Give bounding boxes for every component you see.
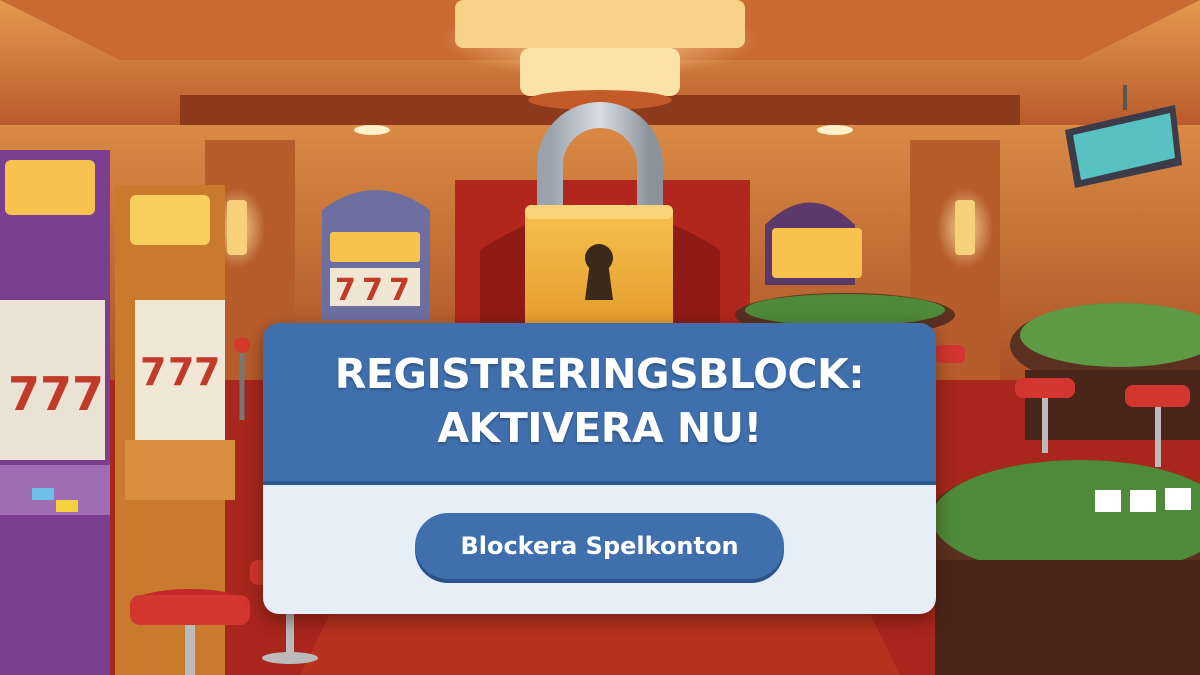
slot-machine: 7 7 7 <box>0 150 110 675</box>
dialog-body: Blockera Spelkonton <box>263 485 936 614</box>
register-block-dialog: REGISTRERINGSBLOCK: AKTIVERA NU! Blocker… <box>263 323 936 614</box>
bar-stool <box>935 345 965 363</box>
dialog-title-line2: AKTIVERA NU! <box>437 404 762 452</box>
keyhole-icon <box>585 244 613 300</box>
card-table <box>1010 303 1200 440</box>
svg-text:7: 7 <box>140 350 166 394</box>
svg-text:7: 7 <box>40 367 72 421</box>
card-table <box>920 460 1200 675</box>
svg-text:7: 7 <box>389 273 410 308</box>
wall-sconce <box>937 188 993 268</box>
block-gambling-accounts-button[interactable]: Blockera Spelkonton <box>415 513 784 579</box>
dialog-header: REGISTRERINGSBLOCK: AKTIVERA NU! <box>263 323 936 485</box>
svg-text:7: 7 <box>168 350 194 394</box>
svg-text:7: 7 <box>335 273 356 308</box>
svg-text:7: 7 <box>8 367 40 421</box>
svg-text:7: 7 <box>194 350 220 394</box>
dialog-title-line1: REGISTRERINGSBLOCK: <box>334 350 865 398</box>
slot-machine: 7 7 7 <box>322 190 430 320</box>
dialog-title: REGISTRERINGSBLOCK: AKTIVERA NU! <box>263 347 936 455</box>
svg-text:7: 7 <box>362 273 383 308</box>
svg-text:7: 7 <box>72 367 104 421</box>
